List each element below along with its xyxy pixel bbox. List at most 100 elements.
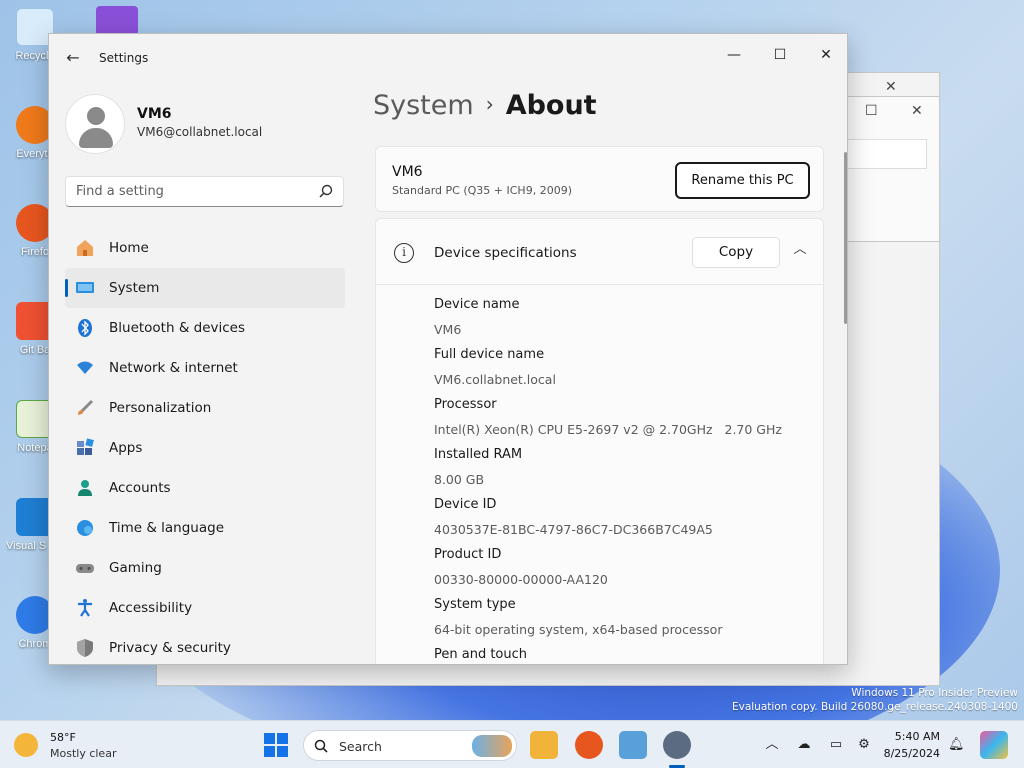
weather-temperature: 58°F [50, 731, 76, 744]
sidebar-item-system[interactable]: System [65, 268, 345, 308]
taskbar-search[interactable]: Search [303, 730, 517, 761]
copilot-icon[interactable] [980, 731, 1008, 759]
close-icon[interactable]: ✕ [911, 103, 923, 119]
wifi-icon [77, 361, 93, 374]
spec-label: Device ID [434, 497, 497, 512]
sidebar-item-accessibility[interactable]: Accessibility [65, 588, 345, 628]
sidebar-item-label: Gaming [109, 560, 162, 576]
pc-name: VM6 [392, 164, 423, 180]
spec-value: 8.00 GB [434, 472, 485, 487]
sidebar-item-label: Time & language [109, 520, 225, 536]
sidebar-item-gaming[interactable]: Gaming [65, 548, 345, 588]
display-icon[interactable]: ▭ [828, 737, 844, 753]
spec-value: 00330-80000-00000-AA120 [434, 572, 608, 587]
taskbar: 58°F Mostly clear Search ︿ ☁ ▭ ⚙ 5:40 AM… [0, 720, 1024, 768]
search-icon [314, 739, 328, 753]
sidebar-item-bluetooth[interactable]: Bluetooth & devices [65, 308, 345, 348]
spec-row-device-name: Device name VM6 [434, 297, 814, 347]
remote-desktop-icon[interactable] [619, 731, 647, 759]
title-bar[interactable]: ← Settings — ☐ ✕ [49, 34, 847, 82]
user-profile[interactable]: VM6 VM6@collabnet.local [65, 94, 365, 164]
close-icon[interactable]: ✕ [885, 79, 897, 95]
info-icon: i [394, 243, 414, 263]
pc-name-card: VM6 Standard PC (Q35 + ICH9, 2009) Renam… [375, 146, 824, 212]
spec-label: Processor [434, 397, 497, 412]
search-icon [319, 184, 333, 198]
sidebar-item-label: Network & internet [109, 360, 238, 376]
settings-gear-icon[interactable] [663, 731, 691, 759]
sidebar-item-time-language[interactable]: Time & language [65, 508, 345, 548]
windows-watermark: Windows 11 Pro Insider Preview Evaluatio… [732, 686, 1018, 714]
taskbar-search-label: Search [339, 739, 382, 754]
spec-row-full-device-name: Full device name VM6.collabnet.local [434, 347, 814, 397]
taskbar-clock[interactable]: 5:40 AM 8/25/2024 [880, 728, 940, 762]
accessibility-icon [78, 599, 92, 617]
profile-email: VM6@collabnet.local [137, 125, 263, 139]
network-status-icon[interactable]: ⚙ [856, 737, 872, 753]
sidebar-item-personalization[interactable]: Personalization [65, 388, 345, 428]
spec-value: Intel(R) Xeon(R) CPU E5-2697 v2 @ 2.70GH… [434, 422, 782, 437]
spec-list: Device name VM6 Full device name VM6.col… [434, 297, 814, 664]
close-button[interactable]: ✕ [803, 40, 847, 70]
pc-model: Standard PC (Q35 + ICH9, 2009) [392, 184, 572, 197]
clock-date: 8/25/2024 [883, 747, 940, 760]
settings-window[interactable]: ← Settings — ☐ ✕ VM6 VM6@collabnet.local… [48, 33, 848, 665]
system-icon [76, 282, 94, 293]
cloud-offline-icon[interactable]: ☁ [796, 737, 812, 753]
spec-value: 64-bit operating system, x64-based proce… [434, 622, 723, 637]
rename-pc-button[interactable]: Rename this PC [675, 162, 810, 199]
sidebar-item-home[interactable]: Home [65, 228, 345, 268]
spec-label: Installed RAM [434, 447, 523, 462]
back-arrow-icon[interactable]: ← [63, 48, 83, 68]
breadcrumb-parent-link[interactable]: System [373, 90, 474, 121]
content-scrollbar[interactable] [844, 152, 847, 324]
spec-label: Full device name [434, 347, 545, 362]
page-title: About [505, 90, 597, 121]
copy-button[interactable]: Copy [692, 237, 780, 268]
search-input[interactable] [841, 139, 927, 169]
spec-row-system-type: System type 64-bit operating system, x64… [434, 597, 814, 647]
firefox-taskbar-icon[interactable] [575, 731, 603, 759]
background-window-2[interactable]: ☐ ✕ [840, 96, 940, 242]
avatar [65, 94, 125, 154]
visual-studio-icon[interactable] [96, 6, 138, 36]
sidebar-item-label: Accounts [109, 480, 171, 496]
weather-sun-icon [14, 733, 38, 757]
sidebar-item-label: System [109, 280, 160, 296]
start-button[interactable] [264, 733, 288, 757]
spec-row-processor: Processor Intel(R) Xeon(R) CPU E5-2697 v… [434, 397, 814, 447]
chevron-up-icon[interactable]: ︿ [764, 737, 780, 753]
device-specifications-header[interactable]: i Device specifications Copy ︿ [376, 219, 823, 285]
spec-row-product-id: Product ID 00330-80000-00000-AA120 [434, 547, 814, 597]
accounts-icon [78, 480, 92, 496]
windows-logo-tile [264, 733, 275, 744]
sidebar-item-label: Accessibility [109, 600, 193, 616]
globe-icon [77, 520, 93, 536]
avatar-body-shape [79, 128, 113, 148]
spec-row-installed-ram: Installed RAM 8.00 GB [434, 447, 814, 497]
maximize-icon[interactable]: ☐ [865, 103, 878, 119]
spec-label: Device name [434, 297, 520, 312]
bluetooth-icon [78, 319, 92, 337]
sidebar-item-label: Bluetooth & devices [109, 320, 246, 336]
watermark-line-2: Evaluation copy. Build 26080.ge_release.… [731, 701, 1018, 713]
spec-row-device-id: Device ID 4030537E-81BC-4797-86C7-DC366B… [434, 497, 814, 547]
sidebar-item-label: Privacy & security [109, 640, 231, 656]
device-specifications-card: i Device specifications Copy ︿ Device na… [375, 218, 824, 664]
sidebar-item-network[interactable]: Network & internet [65, 348, 345, 388]
profile-name: VM6 [137, 106, 172, 122]
sidebar-item-accounts[interactable]: Accounts [65, 468, 345, 508]
sidebar-item-apps[interactable]: Apps [65, 428, 345, 468]
file-explorer-icon[interactable] [530, 731, 558, 759]
sidebar-item-privacy-security[interactable]: Privacy & security [65, 628, 345, 664]
apps-icon [77, 438, 94, 455]
chevron-right-icon: › [485, 92, 494, 116]
search-input[interactable] [66, 177, 306, 206]
minimize-button[interactable]: — [711, 40, 757, 70]
find-setting-search[interactable] [65, 176, 344, 207]
notification-bell-icon[interactable]: 🔔︎ [948, 737, 965, 753]
sidebar-item-label: Home [109, 240, 149, 256]
maximize-button[interactable]: ☐ [757, 40, 803, 70]
chevron-up-icon[interactable]: ︿ [791, 241, 809, 259]
sidebar-item-label: Personalization [109, 400, 212, 416]
